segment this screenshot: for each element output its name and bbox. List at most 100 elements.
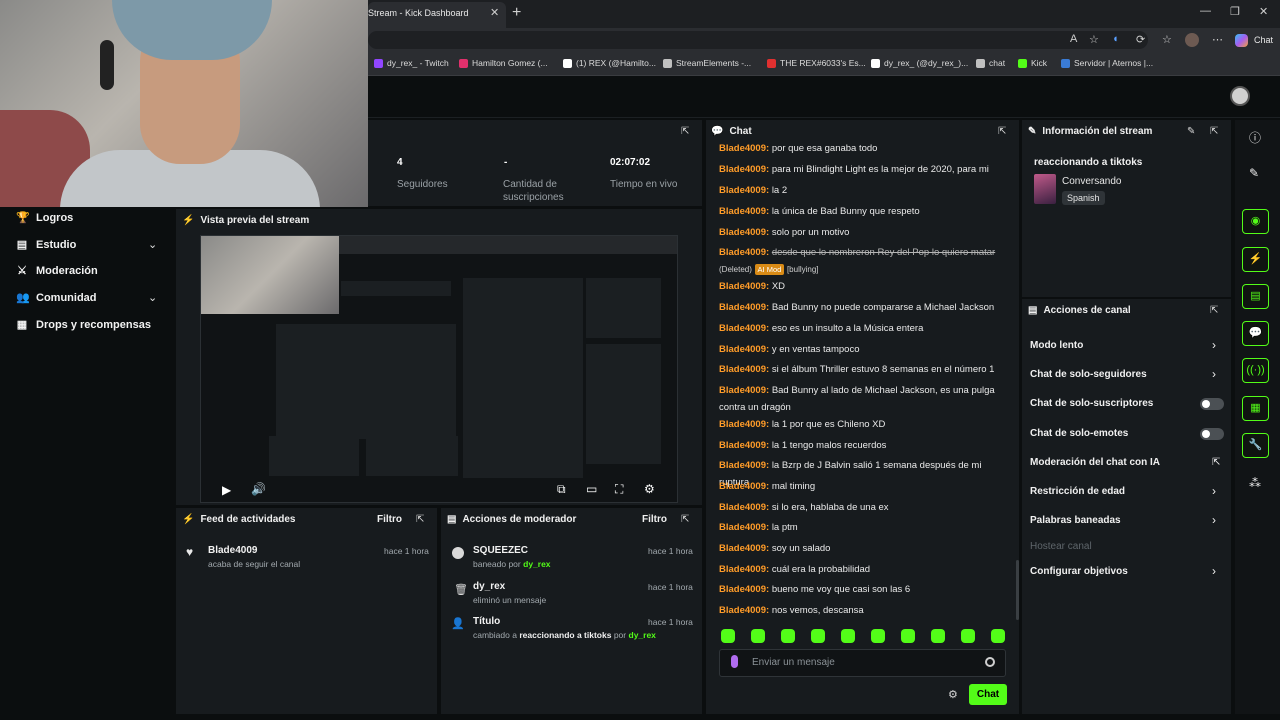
bookmark-item[interactable]: Kick (1018, 58, 1047, 68)
channel-action-item[interactable]: Chat de solo-suscriptores (1030, 398, 1153, 409)
chat-message[interactable]: Blade4009: eso es un insulto a la Música… (719, 320, 1009, 337)
chat-message[interactable]: Blade4009: la 2 (719, 182, 1009, 199)
mod-item-name[interactable]: Título (473, 616, 500, 627)
minimize-icon[interactable]: — (1200, 5, 1211, 17)
play-icon[interactable]: ▶ (222, 483, 231, 497)
bookmark-item[interactable]: THE REX#6033's Es... (767, 58, 866, 68)
chat-username[interactable]: Blade4009: (719, 206, 769, 217)
channel-action-item[interactable]: Chat de solo-emotes (1030, 428, 1128, 439)
toggle-switch[interactable] (1200, 428, 1224, 440)
mod-item-name[interactable]: dy_rex (473, 581, 505, 592)
maximize-icon[interactable]: ❐ (1230, 5, 1240, 18)
channel-action-item[interactable]: Chat de solo-seguidores (1030, 369, 1147, 380)
chat-scrollbar[interactable] (1016, 560, 1019, 620)
emote-icon[interactable] (871, 629, 885, 643)
channel-action-item[interactable]: Restricción de edad (1030, 486, 1125, 497)
bookmark-item[interactable]: dy_rex_ (@dy_rex_)... (871, 58, 968, 68)
copilot-icon[interactable] (1235, 34, 1248, 47)
emote-icon[interactable] (751, 629, 765, 643)
channel-action-item[interactable]: Moderación del chat con IA (1030, 457, 1160, 468)
expand-icon[interactable]: ⇱ (998, 126, 1006, 137)
chat-username[interactable]: Blade4009: (719, 281, 769, 292)
extension-icon[interactable]: ◖ (1112, 33, 1119, 45)
sidebar-item-estudio[interactable]: ▤ Estudio (16, 238, 77, 252)
emote-icon[interactable] (901, 629, 915, 643)
emote-icon[interactable] (781, 629, 795, 643)
chat-username[interactable]: Blade4009: (719, 344, 769, 355)
favorites-icon[interactable]: ☆ (1162, 33, 1172, 46)
chat-message[interactable]: Blade4009: si el álbum Thriller estuvo 8… (719, 361, 1009, 378)
chat-username[interactable]: Blade4009: (719, 143, 769, 154)
mod-filter[interactable]: Filtro (642, 514, 667, 525)
channel-action-item[interactable]: Configurar objetivos (1030, 566, 1128, 577)
expand-icon[interactable]: ⇱ (416, 514, 424, 525)
theater-icon[interactable]: ▭ (586, 482, 597, 496)
bookmark-item[interactable]: (1) REX (@Hamilto... (563, 58, 656, 68)
chat-username[interactable]: Blade4009: (719, 302, 769, 313)
window-close-icon[interactable]: ✕ (1259, 5, 1268, 18)
apps-icon[interactable]: ⁂ (1249, 476, 1261, 490)
chat-message[interactable]: Blade4009: solo por un motivo (719, 224, 1009, 241)
channel-action-item[interactable]: Palabras baneadas (1030, 515, 1121, 526)
user-avatar[interactable] (1230, 86, 1250, 106)
activity-user[interactable]: Blade4009 (208, 545, 257, 556)
mod-item-name[interactable]: SQUEEZEC (473, 545, 528, 556)
chat-username[interactable]: Blade4009: (719, 543, 769, 554)
chat-message[interactable]: Blade4009: XD (719, 278, 1009, 295)
chat-message[interactable]: Blade4009: la ptm (719, 519, 1009, 536)
chat-bubble-icon[interactable]: 💬 (1242, 321, 1269, 346)
chat-settings-icon[interactable]: ⚙ (948, 688, 958, 701)
expand-icon[interactable]: ⇱ (1210, 126, 1218, 137)
chat-username[interactable]: Blade4009: (719, 247, 769, 258)
sidebar-item-comunidad[interactable]: 👥 Comunidad (16, 291, 97, 305)
pip-icon[interactable]: ⧉ (557, 482, 566, 497)
chat-username[interactable]: Blade4009: (719, 419, 769, 430)
volume-icon[interactable]: 🔊 (251, 482, 266, 496)
chat-message[interactable]: Blade4009: bueno me voy que casi son las… (719, 581, 1009, 598)
chat-message[interactable]: Blade4009: la única de Bad Bunny que res… (719, 203, 1009, 220)
chevron-down-icon[interactable]: ⌄ (148, 291, 157, 304)
new-tab-icon[interactable]: + (512, 4, 521, 22)
stream-preview-video[interactable] (200, 235, 678, 503)
wrench-icon[interactable]: 🔧 (1242, 433, 1269, 458)
address-field[interactable] (368, 31, 1148, 49)
chevron-right-icon[interactable]: › (1212, 484, 1216, 498)
edit-icon[interactable]: ✎ (1187, 126, 1195, 137)
document-icon[interactable]: ▤ (1242, 284, 1269, 309)
activity-filter[interactable]: Filtro (377, 514, 402, 525)
chat-send-button[interactable]: Chat (969, 684, 1007, 705)
chat-username[interactable]: Blade4009: (719, 185, 769, 196)
chevron-down-icon[interactable]: ⌄ (148, 238, 157, 251)
toggle-switch[interactable] (1200, 398, 1224, 410)
chat-username[interactable]: Blade4009: (719, 605, 769, 616)
chat-username[interactable]: Blade4009: (719, 323, 769, 334)
chat-username[interactable]: Blade4009: (719, 522, 769, 533)
mod-item-who[interactable]: dy_rex (523, 559, 550, 569)
emote-icon[interactable] (841, 629, 855, 643)
external-link-icon[interactable]: ⇱ (1212, 457, 1220, 468)
expand-icon[interactable]: ⇱ (1210, 305, 1218, 316)
emote-icon[interactable] (811, 629, 825, 643)
chat-username[interactable]: Blade4009: (719, 584, 769, 595)
menu-icon[interactable]: ⋯ (1212, 33, 1223, 46)
chevron-right-icon[interactable]: › (1212, 338, 1216, 352)
info-icon[interactable]: ⓘ (1249, 129, 1261, 146)
profile-avatar[interactable] (1185, 33, 1199, 47)
sidebar-item-logros[interactable]: 🏆 Logros (16, 211, 73, 225)
chat-username[interactable]: Blade4009: (719, 481, 769, 492)
broadcast-icon[interactable]: ((·)) (1242, 358, 1269, 383)
chat-message[interactable]: Blade4009: mal timing (719, 478, 1009, 495)
emoji-icon[interactable] (985, 657, 995, 667)
sidebar-item-drops[interactable]: ▦ Drops y recompensas (16, 318, 151, 332)
chevron-right-icon[interactable]: › (1212, 367, 1216, 381)
expand-icon[interactable]: ⇱ (681, 126, 689, 137)
fullscreen-icon[interactable]: ⛶ (615, 482, 623, 497)
chat-message[interactable]: Blade4009: la 1 por que es Chileno XD (719, 416, 1009, 433)
chat-username[interactable]: Blade4009: (719, 385, 769, 396)
chat-message[interactable]: Blade4009: por que esa ganaba todo (719, 140, 1009, 157)
chevron-right-icon[interactable]: › (1212, 564, 1216, 578)
chat-message[interactable]: Blade4009: para mi Blindight Light es la… (719, 161, 1009, 178)
chat-message[interactable]: Blade4009: soy un salado (719, 540, 1009, 557)
bookmark-item[interactable]: Hamilton Gomez (... (459, 58, 548, 68)
chat-message[interactable]: Blade4009: Bad Bunny no puede compararse… (719, 299, 1009, 316)
